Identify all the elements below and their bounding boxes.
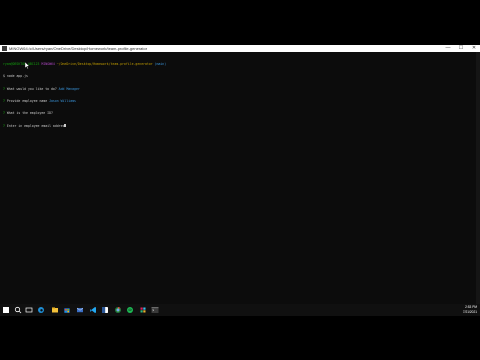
desktop-screen: MINGW64:/c/Users/ryan/OneDrive/Desktop/H…	[0, 45, 480, 316]
answer-text: Jason Williams	[49, 99, 76, 104]
clock-time: 2:53 PM	[465, 305, 477, 309]
mouse-pointer-icon	[25, 62, 30, 69]
question-text: Provide employee name	[6, 99, 50, 104]
terminal-scrollbar[interactable]	[476, 52, 480, 316]
chrome-icon[interactable]	[114, 306, 122, 314]
text-cursor	[64, 123, 66, 128]
file-explorer-icon[interactable]	[51, 306, 59, 314]
terminal-line: ? Enter in employee email addres	[3, 124, 473, 128]
maximize-button[interactable]: ☐	[455, 45, 467, 52]
edge-icon[interactable]	[37, 306, 45, 314]
terminal-line: ? What would you like to do? Add Manager	[3, 87, 473, 91]
close-button[interactable]: ✕	[468, 45, 480, 52]
window-titlebar[interactable]: MINGW64:/c/Users/ryan/OneDrive/Desktop/H…	[0, 45, 480, 52]
spotify-icon[interactable]	[126, 306, 134, 314]
terminal-line: ? What is the employee ID?	[3, 111, 473, 115]
search-icon[interactable]	[14, 306, 22, 314]
command-text: node app.js	[6, 74, 28, 79]
system-clock[interactable]: 2:53 PM 7/21/2021	[463, 305, 477, 314]
prompt-line: ryan@DESKTOP-ABC123 MINGW64 ~/OneDrive/D…	[3, 62, 473, 66]
store-icon[interactable]	[63, 306, 71, 314]
minimize-button[interactable]: —	[442, 45, 454, 52]
question-text: What is the employee ID?	[6, 111, 55, 116]
windows-start-icon[interactable]	[3, 307, 9, 313]
window-title: MINGW64:/c/Users/ryan/OneDrive/Desktop/H…	[9, 46, 148, 51]
prompt-env: MINGW64	[41, 62, 55, 67]
vscode-icon[interactable]	[89, 306, 97, 314]
mail-icon[interactable]	[76, 306, 84, 314]
terminal-app-icon	[2, 46, 7, 51]
prompt-branch: (main)	[154, 62, 167, 67]
terminal-line: $ node app.js	[3, 74, 473, 78]
question-text: What would you like to do?	[6, 86, 59, 91]
clock-date: 7/21/2021	[462, 309, 477, 314]
prompt-path: ~/OneDrive/Desktop/Homework/team-profile…	[56, 62, 153, 67]
question-text: Enter in employee email addres	[6, 123, 65, 128]
answer-text: Add Manager	[58, 86, 80, 91]
word-icon[interactable]	[101, 306, 109, 314]
terminal-icon[interactable]	[151, 306, 159, 314]
slack-icon[interactable]	[139, 306, 147, 314]
taskbar: 2:53 PM 7/21/2021	[0, 304, 480, 316]
task-view-icon[interactable]	[25, 306, 33, 314]
terminal-output[interactable]: ryan@DESKTOP-ABC123 MINGW64 ~/OneDrive/D…	[3, 54, 473, 304]
prompt-user: ryan@DESKTOP-ABC123	[3, 62, 40, 67]
terminal-line: ? Provide employee name Jason Williams	[3, 99, 473, 103]
